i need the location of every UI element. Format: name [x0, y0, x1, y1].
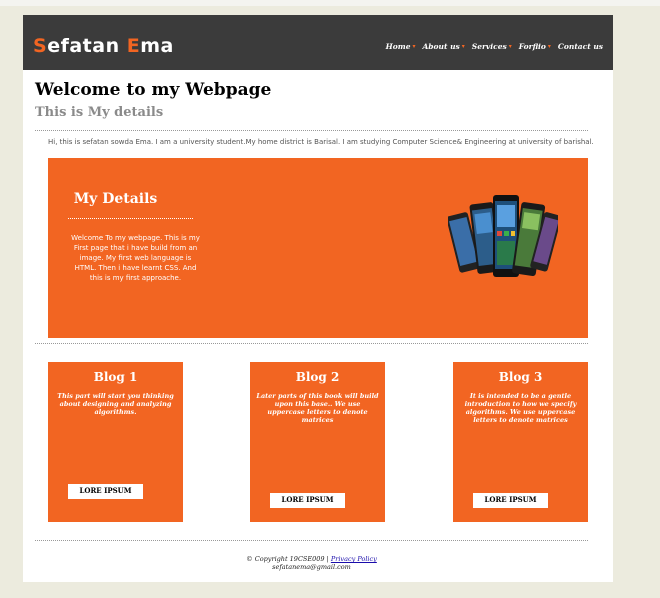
browser-top-strip: [0, 0, 660, 6]
privacy-policy-link[interactable]: Privacy Policy: [331, 555, 377, 563]
chevron-down-icon: ▾: [508, 43, 512, 50]
blog-text: It is intended to be a gentle introducti…: [464, 392, 577, 424]
nav-label: Forflio: [518, 42, 546, 51]
smartphones-image: [448, 195, 558, 277]
details-title: My Details: [73, 191, 158, 207]
details-banner: My Details Welcome To my webpage. This i…: [48, 158, 588, 338]
logo-initial-s: S: [33, 35, 48, 57]
page-title: Welcome to my Webpage: [35, 80, 272, 100]
nav-label: Home: [385, 42, 411, 51]
copyright-text: © Copyright 19CSE009 |: [246, 555, 331, 563]
blog-title: Blog 3: [498, 370, 543, 384]
divider: [35, 130, 588, 131]
blog-title: Blog 2: [295, 370, 340, 384]
nav-item-about[interactable]: About us ▾: [422, 42, 464, 51]
nav-item-services[interactable]: Services ▾: [472, 42, 512, 51]
lore-ipsum-button[interactable]: LORE IPSUM: [68, 484, 143, 499]
details-divider: [68, 218, 193, 219]
main-nav: Home ▾ About us ▾ Services ▾ Forflio ▾ Conta…: [379, 42, 603, 51]
logo-initial-e: E: [126, 35, 141, 57]
logo-text-2: ma: [140, 35, 174, 57]
blog-card-2: Blog 2 Later parts of this book will bui…: [250, 362, 385, 522]
page-subtitle: This is My details: [35, 105, 164, 120]
intro-text: Hi, this is sefatan sowda Ema. I am a un…: [48, 138, 594, 146]
footer-email: sefatanema@gmail.com: [272, 563, 351, 571]
chevron-down-icon: ▾: [461, 43, 465, 50]
blog-text: This part will start you thinking about …: [57, 392, 174, 416]
divider: [35, 540, 588, 541]
site-header: Sefatan Ema Home ▾ About us ▾ Services ▾ Fo…: [23, 15, 613, 70]
lore-ipsum-button[interactable]: LORE IPSUM: [270, 493, 345, 508]
nav-label: Services: [471, 42, 507, 51]
blog-card-1: Blog 1 This part will start you thinking…: [48, 362, 183, 522]
site-footer: © Copyright 19CSE009 | Privacy Policy se…: [35, 555, 588, 571]
nav-item-contact[interactable]: Contact us: [558, 42, 603, 51]
page-container: Sefatan Ema Home ▾ About us ▾ Services ▾ Fo…: [23, 15, 613, 582]
blog-text: Later parts of this book will build upon…: [256, 392, 379, 424]
logo-text-1: efatan: [47, 35, 127, 57]
chevron-down-icon: ▾: [547, 43, 551, 50]
lore-ipsum-button[interactable]: LORE IPSUM: [473, 493, 548, 508]
nav-label: Contact us: [557, 42, 603, 51]
nav-item-portfolio[interactable]: Forflio ▾: [519, 42, 551, 51]
blog-title: Blog 1: [93, 370, 138, 384]
details-text: Welcome To my webpage. This is my First …: [71, 234, 200, 282]
blog-card-3: Blog 3 It is intended to be a gentle int…: [453, 362, 588, 522]
footer-line-1: © Copyright 19CSE009 | Privacy Policy: [35, 555, 588, 563]
site-logo[interactable]: Sefatan Ema: [33, 35, 174, 57]
nav-label: About us: [422, 42, 460, 51]
chevron-down-icon: ▾: [412, 43, 416, 50]
nav-item-home[interactable]: Home ▾: [386, 42, 416, 51]
divider: [35, 343, 588, 344]
